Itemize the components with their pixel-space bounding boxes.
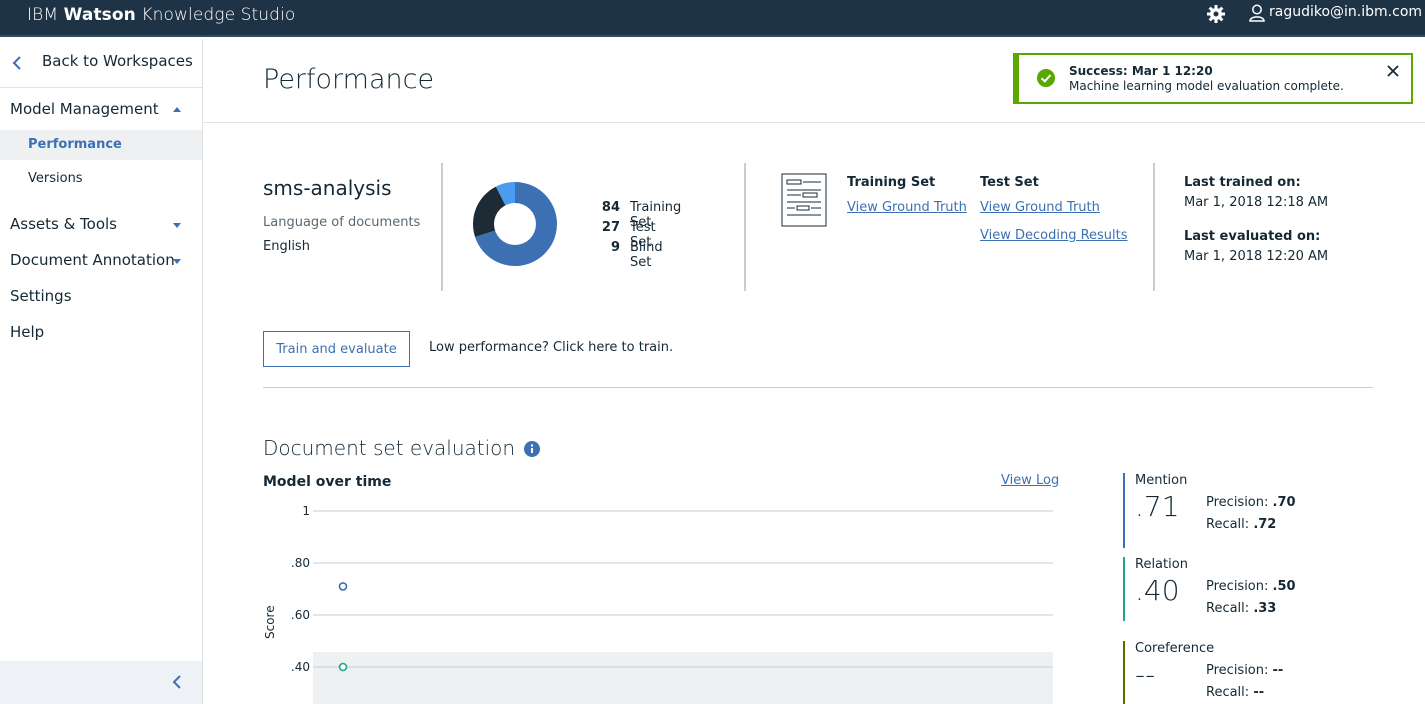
- metric-name-mention: Mention: [1135, 473, 1188, 488]
- chart-shaded-band: [313, 652, 1053, 704]
- model-over-time-chart: 1 .80 .60 .40 Score: [263, 504, 1053, 704]
- recall-mention: Recall: .72: [1206, 517, 1277, 532]
- sidebar-item-versions[interactable]: Versions: [0, 164, 202, 194]
- gear-icon[interactable]: [1206, 4, 1226, 24]
- recall-coreference: Recall: --: [1206, 685, 1265, 700]
- metric-bar-coreference: [1123, 641, 1125, 704]
- precision-relation: Precision: .50: [1206, 579, 1296, 594]
- last-evaluated-label: Last evaluated on:: [1184, 229, 1321, 244]
- training-view-ground-truth-link[interactable]: View Ground Truth: [847, 200, 967, 215]
- view-decoding-results-link[interactable]: View Decoding Results: [980, 228, 1128, 243]
- metric-bar-relation: [1123, 557, 1125, 621]
- last-trained-value: Mar 1, 2018 12:18 AM: [1184, 195, 1329, 210]
- recall-relation: Recall: .33: [1206, 601, 1277, 616]
- data-point-mention: [338, 582, 348, 591]
- y-tick-label: .60: [291, 608, 310, 622]
- success-notification: Success: Mar 1 12:20 Machine learning mo…: [1013, 53, 1413, 104]
- sidebar-footer: [0, 661, 202, 704]
- back-to-workspaces[interactable]: Back to Workspaces: [0, 39, 202, 88]
- document-set-donut-chart: [473, 182, 557, 266]
- caret-down-icon[interactable]: [173, 223, 181, 228]
- y-tick-label: .80: [291, 556, 310, 570]
- sidebar: Back to Workspaces Model Management Perf…: [0, 39, 203, 704]
- divider: [744, 163, 746, 291]
- model-name: sms-analysis: [263, 176, 392, 200]
- y-tick-label: .40: [291, 660, 310, 674]
- last-trained-label: Last trained on:: [1184, 175, 1301, 190]
- precision-coreference: Precision: --: [1206, 663, 1284, 678]
- test-set-heading: Test Set: [980, 175, 1039, 190]
- view-log-link[interactable]: View Log: [1001, 473, 1059, 488]
- chevron-left-icon: [12, 56, 21, 70]
- notification-message: Machine learning model evaluation comple…: [1069, 79, 1344, 93]
- metric-bar-mention: [1123, 473, 1125, 548]
- metric-score-coreference: --: [1135, 658, 1156, 691]
- info-icon[interactable]: [524, 441, 540, 457]
- back-label: Back to Workspaces: [42, 52, 193, 70]
- language-value: English: [263, 239, 310, 254]
- sidebar-item-help[interactable]: Help: [10, 323, 44, 341]
- document-icon: [781, 173, 827, 227]
- test-view-ground-truth-link[interactable]: View Ground Truth: [980, 200, 1100, 215]
- y-axis-label: Score: [263, 605, 277, 639]
- page-title: Performance: [263, 64, 435, 95]
- divider: [1153, 163, 1155, 291]
- sidebar-item-document-annotation[interactable]: Document Annotation: [10, 251, 175, 269]
- notification-title: Success: Mar 1 12:20: [1069, 64, 1213, 78]
- language-label: Language of documents: [263, 215, 421, 230]
- collapse-sidebar-icon[interactable]: [172, 675, 182, 689]
- sidebar-item-assets-tools[interactable]: Assets & Tools: [10, 215, 117, 233]
- user-email[interactable]: ragudiko@in.ibm.com: [1269, 4, 1422, 20]
- caret-down-icon[interactable]: [173, 259, 181, 264]
- checkmark-icon: [1037, 69, 1055, 87]
- training-set-heading: Training Set: [847, 175, 936, 190]
- user-icon[interactable]: [1249, 4, 1265, 22]
- section-title: Document set evaluation: [263, 436, 516, 460]
- data-point-relation: [338, 662, 348, 672]
- chart-title: Model over time: [263, 474, 392, 490]
- app-title[interactable]: IBM Watson Knowledge Studio: [27, 5, 295, 25]
- y-tick-label: 1: [302, 504, 310, 518]
- train-hint: Low performance? Click here to train.: [429, 340, 674, 355]
- sidebar-item-model-management[interactable]: Model Management: [10, 100, 159, 118]
- sidebar-item-settings[interactable]: Settings: [10, 287, 72, 305]
- metric-score-relation: .40: [1135, 574, 1180, 607]
- divider: [441, 163, 443, 291]
- precision-mention: Precision: .70: [1206, 495, 1296, 510]
- divider: [263, 387, 1373, 388]
- last-evaluated-value: Mar 1, 2018 12:20 AM: [1184, 249, 1329, 264]
- close-icon[interactable]: [1387, 65, 1399, 77]
- caret-up-icon[interactable]: [173, 107, 181, 112]
- metric-score-mention: .71: [1135, 490, 1180, 523]
- metric-name-coreference: Coreference: [1135, 641, 1215, 656]
- sidebar-item-performance[interactable]: Performance: [0, 130, 202, 160]
- main-content: Performance Success: Mar 1 12:20 Machine…: [203, 39, 1425, 704]
- train-and-evaluate-button[interactable]: Train and evaluate: [263, 331, 410, 367]
- metric-name-relation: Relation: [1135, 557, 1188, 572]
- top-bar: IBM Watson Knowledge Studio ragudiko@in.…: [0, 0, 1425, 37]
